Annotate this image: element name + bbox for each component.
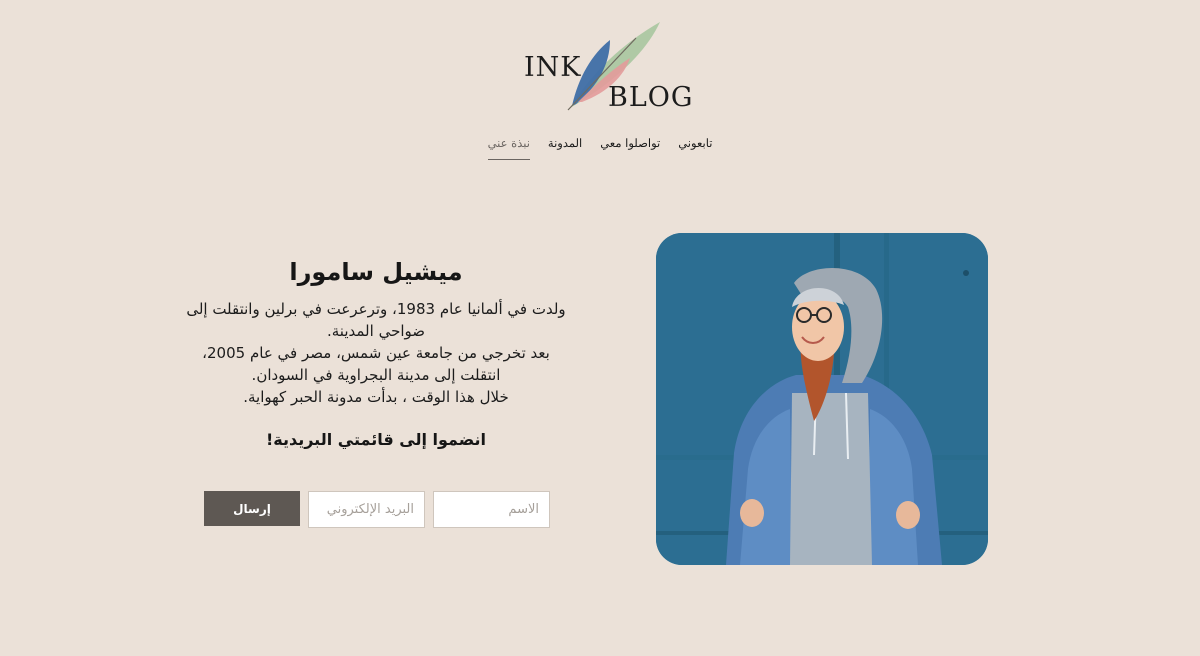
author-photo (656, 233, 988, 565)
name-field[interactable] (433, 491, 550, 528)
submit-button[interactable]: إرسال (204, 491, 300, 526)
bio-section: ميشيل سامورا ولدت في ألمانيا عام 1983، و… (170, 258, 582, 449)
bio-line: ولدت في ألمانيا عام 1983، وترعرعت في برل… (186, 300, 566, 318)
portrait-photo-icon (656, 233, 988, 565)
logo-word-ink: INK (524, 52, 582, 83)
newsletter-title: انضموا إلى قائمتي البريدية! (265, 430, 487, 449)
newsletter-form: إرسال (204, 491, 550, 528)
nav-item-contact[interactable]: تواصلوا معي (600, 136, 660, 160)
nav-item-blog[interactable]: المدونة (548, 136, 582, 160)
bio-line: بعد تخرجي من جامعة عين شمس، مصر في عام 2… (202, 344, 550, 362)
logo-word-blog: BLOG (608, 82, 694, 113)
bio-line: انتقلت إلى مدينة البجراوية في السودان. (251, 366, 501, 384)
bio-line: ضواحي المدينة. (327, 322, 425, 340)
nav-item-follow[interactable]: تابعوني (678, 136, 712, 160)
ink-blog-logo[interactable]: INK BLOG (518, 18, 692, 114)
nav-item-about[interactable]: نبذة عني (487, 136, 530, 160)
about-page: INK BLOG نبذة عني المدونة تواصلوا معي تا… (0, 0, 1200, 656)
author-name: ميشيل سامورا (289, 258, 463, 286)
email-field[interactable] (308, 491, 425, 528)
main-nav: نبذة عني المدونة تواصلوا معي تابعوني (487, 136, 712, 160)
bio-line: خلال هذا الوقت ، بدأت مدونة الحبر كهواية… (243, 388, 509, 406)
